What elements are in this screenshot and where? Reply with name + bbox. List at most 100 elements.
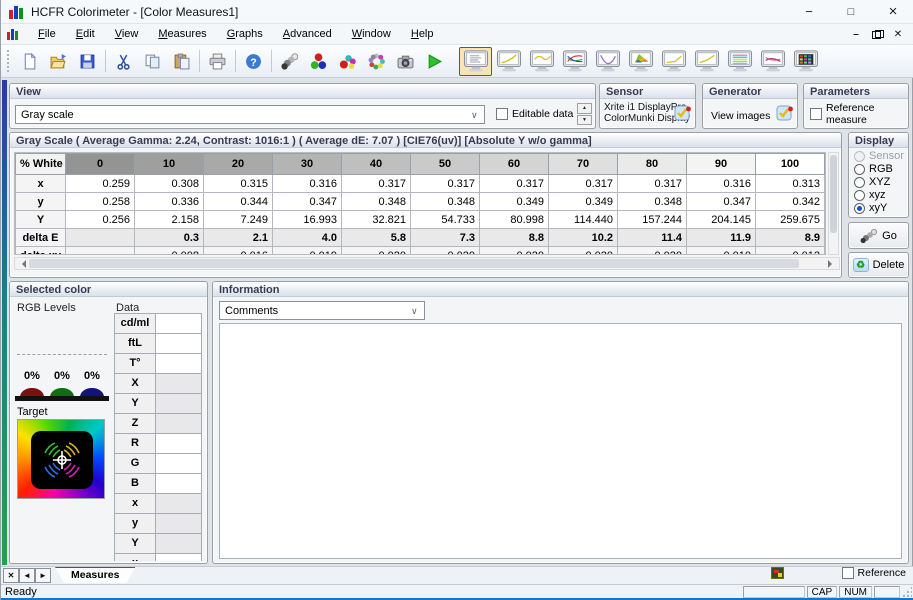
- view-nearblack-button[interactable]: [657, 47, 690, 76]
- display-option-xyz[interactable]: xyz: [854, 189, 908, 201]
- menu-graphs[interactable]: Graphs: [218, 26, 272, 42]
- table-cell[interactable]: 0.342: [756, 193, 825, 211]
- table-cell[interactable]: 32.821: [342, 211, 411, 229]
- maximize-button[interactable]: [830, 0, 872, 23]
- table-cell[interactable]: 0.348: [618, 193, 687, 211]
- scroll-left-icon[interactable]: [18, 260, 26, 268]
- save-button[interactable]: [73, 48, 102, 75]
- display-option-xyz[interactable]: XYZ: [854, 176, 908, 188]
- table-cell[interactable]: 0.316: [687, 175, 756, 193]
- help-button[interactable]: ?: [239, 48, 268, 75]
- view-tracking-button[interactable]: [756, 47, 789, 76]
- grayscale-measure-button[interactable]: [275, 48, 304, 75]
- paste-button[interactable]: [167, 48, 196, 75]
- table-cell[interactable]: 2.158: [135, 211, 204, 229]
- table-cell[interactable]: 11.4: [618, 229, 687, 247]
- table-cell[interactable]: 7.249: [204, 211, 273, 229]
- col-header-30[interactable]: 30: [273, 154, 342, 175]
- view-levels-button[interactable]: [723, 47, 756, 76]
- resize-grip[interactable]: [902, 586, 912, 598]
- table-cell[interactable]: 0.020: [549, 247, 618, 256]
- table-cell[interactable]: 0.016: [204, 247, 273, 256]
- data-row-value[interactable]: [156, 373, 202, 393]
- table-cell[interactable]: 0.259: [66, 175, 135, 193]
- table-cell[interactable]: 0.317: [342, 175, 411, 193]
- menu-help[interactable]: Help: [402, 26, 443, 42]
- tab-prev-button[interactable]: ◄: [19, 568, 35, 583]
- table-cell[interactable]: 0.317: [480, 175, 549, 193]
- data-row-value[interactable]: [156, 453, 202, 473]
- camera-button[interactable]: [391, 48, 420, 75]
- table-cell[interactable]: 259.675: [756, 211, 825, 229]
- col-header-90[interactable]: 90: [687, 154, 756, 175]
- delete-button[interactable]: Delete: [848, 252, 909, 278]
- table-cell[interactable]: 0.020: [480, 247, 549, 256]
- table-cell[interactable]: 0.349: [549, 193, 618, 211]
- primaries-measure-button[interactable]: [304, 48, 333, 75]
- tab-close-button[interactable]: ✕: [3, 568, 19, 583]
- col-header-40[interactable]: 40: [342, 154, 411, 175]
- table-cell[interactable]: 0.008: [135, 247, 204, 256]
- menu-file[interactable]: File: [29, 26, 65, 42]
- view-colorchecker-button[interactable]: [789, 47, 822, 76]
- data-row-value[interactable]: [156, 353, 202, 373]
- cut-button[interactable]: [109, 48, 138, 75]
- data-row-value[interactable]: [156, 513, 202, 533]
- data-row-value[interactable]: [156, 433, 202, 453]
- table-cell[interactable]: 0.308: [135, 175, 204, 193]
- table-cell[interactable]: 0.313: [756, 175, 825, 193]
- table-cell[interactable]: 0.348: [342, 193, 411, 211]
- menu-view[interactable]: View: [106, 26, 148, 42]
- data-row-value[interactable]: [156, 493, 202, 513]
- run-button[interactable]: [420, 48, 449, 75]
- table-cell[interactable]: 114.440: [549, 211, 618, 229]
- menu-advanced[interactable]: Advanced: [274, 26, 341, 42]
- data-row-value[interactable]: [156, 533, 202, 553]
- editable-data-checkbox[interactable]: Editable data: [496, 108, 573, 120]
- comments-textarea[interactable]: [219, 323, 902, 559]
- table-cell[interactable]: 4.0: [273, 229, 342, 247]
- grayscale-table[interactable]: % White0102030405060708090100x0.2590.308…: [14, 152, 826, 255]
- table-cell[interactable]: 0.3: [135, 229, 204, 247]
- sensor-config-button[interactable]: [674, 104, 692, 125]
- table-cell[interactable]: 0.347: [687, 193, 756, 211]
- col-header-0[interactable]: 0: [66, 154, 135, 175]
- vertical-scrollbar[interactable]: [828, 152, 839, 255]
- mdi-minimize-button[interactable]: [850, 29, 862, 40]
- table-cell[interactable]: 10.2: [549, 229, 618, 247]
- view-rgb-button[interactable]: [558, 47, 591, 76]
- col-header-80[interactable]: 80: [618, 154, 687, 175]
- reference-measure-checkbox[interactable]: Reference measure: [810, 102, 905, 126]
- table-cell[interactable]: 157.244: [618, 211, 687, 229]
- table-cell[interactable]: [66, 247, 135, 256]
- table-cell[interactable]: 0.012: [756, 247, 825, 256]
- copy-button[interactable]: [138, 48, 167, 75]
- table-cell[interactable]: 0.347: [273, 193, 342, 211]
- col-header-70[interactable]: 70: [549, 154, 618, 175]
- table-cell[interactable]: 11.9: [687, 229, 756, 247]
- table-cell[interactable]: 0.317: [549, 175, 618, 193]
- table-cell[interactable]: 0.317: [411, 175, 480, 193]
- table-cell[interactable]: 0.349: [480, 193, 549, 211]
- spinner-down-icon[interactable]: ▼: [577, 115, 592, 126]
- table-cell[interactable]: 0.336: [135, 193, 204, 211]
- data-row-value[interactable]: [156, 413, 202, 433]
- generator-config-button[interactable]: [776, 104, 794, 125]
- view-spinner[interactable]: ▲ ▼: [577, 103, 592, 125]
- table-cell[interactable]: 0.020: [411, 247, 480, 256]
- view-cie-button[interactable]: [624, 47, 657, 76]
- table-cell[interactable]: 8.8: [480, 229, 549, 247]
- menu-measures[interactable]: Measures: [149, 26, 215, 42]
- col-header-50[interactable]: 50: [411, 154, 480, 175]
- view-luminance-button[interactable]: [525, 47, 558, 76]
- data-row-value[interactable]: [156, 393, 202, 413]
- go-button[interactable]: Go: [848, 222, 909, 249]
- menu-window[interactable]: Window: [343, 26, 400, 42]
- fullcolors-measure-button[interactable]: [362, 48, 391, 75]
- view-contrast-button[interactable]: [591, 47, 624, 76]
- table-cell[interactable]: 0.316: [273, 175, 342, 193]
- display-option-xyy[interactable]: xyY: [854, 202, 908, 214]
- table-cell[interactable]: 0.010: [687, 247, 756, 256]
- table-cell[interactable]: 204.145: [687, 211, 756, 229]
- col-header-100[interactable]: 100: [756, 154, 825, 175]
